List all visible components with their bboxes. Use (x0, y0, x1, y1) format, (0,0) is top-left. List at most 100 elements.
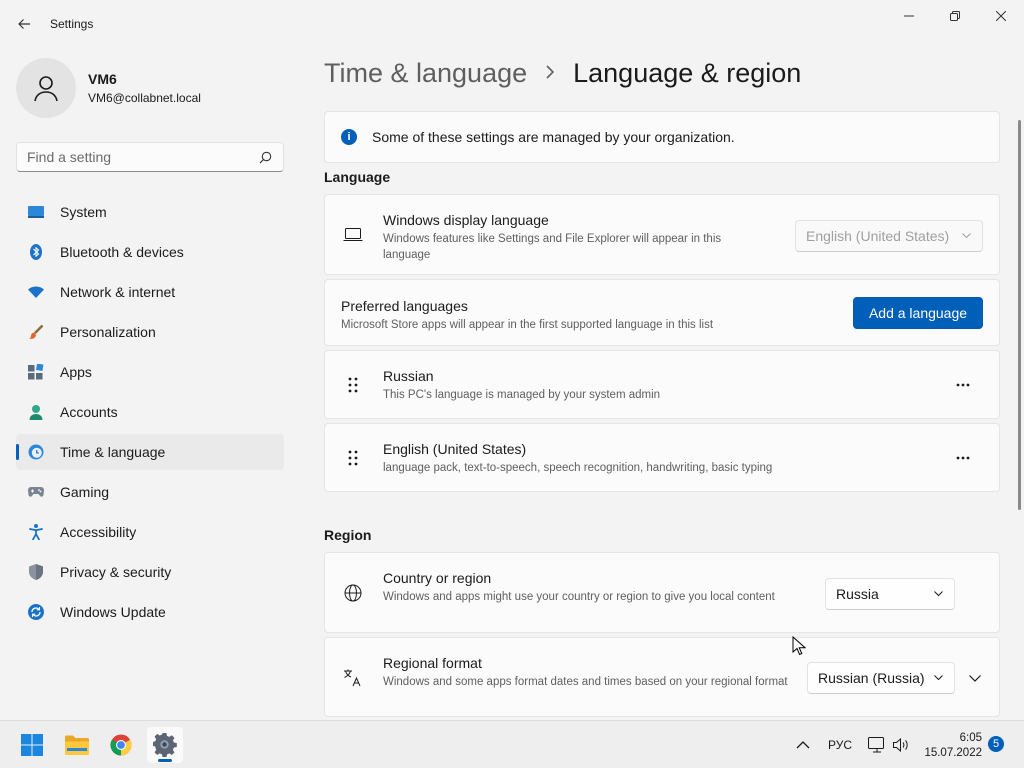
info-banner-text: Some of these settings are managed by yo… (372, 129, 735, 145)
minimize-button[interactable] (886, 0, 932, 32)
more-icon (956, 456, 970, 460)
sidebar-item-accessibility[interactable]: Accessibility (16, 514, 284, 550)
search-input[interactable]: Find a setting (16, 142, 284, 172)
language-row-russian[interactable]: Russian This PC's language is managed by… (324, 350, 1000, 419)
settings-taskbar-button[interactable] (147, 727, 183, 763)
sidebar-item-time-language[interactable]: Time & language (16, 434, 284, 470)
wifi-icon (28, 284, 44, 300)
mouse-cursor-icon (792, 636, 806, 656)
sidebar-item-privacy[interactable]: Privacy & security (16, 554, 284, 590)
country-region-value: Russia (836, 586, 879, 602)
country-region-dropdown[interactable]: Russia (825, 578, 955, 610)
sidebar-item-label: Apps (60, 364, 92, 380)
show-hidden-icons-button[interactable] (796, 721, 810, 768)
taskbar: РУС 6:05 15.07.2022 (0, 720, 1024, 768)
language-row-english[interactable]: English (United States) language pack, t… (324, 423, 1000, 492)
sidebar-item-label: Time & language (60, 444, 166, 460)
more-options-button[interactable] (947, 369, 979, 401)
more-options-button[interactable] (947, 442, 979, 474)
sidebar-item-personalization[interactable]: Personalization (16, 314, 284, 350)
regional-format-card[interactable]: Regional format Windows and some apps fo… (324, 637, 1000, 717)
breadcrumb-parent[interactable]: Time & language (324, 58, 527, 89)
brush-icon (28, 324, 44, 340)
display-language-title: Windows display language (383, 212, 549, 228)
display-language-dropdown: English (United States) (795, 220, 983, 252)
apps-icon (28, 364, 44, 380)
notification-badge[interactable]: 5 (988, 736, 1004, 752)
add-language-button[interactable]: Add a language (853, 297, 983, 329)
country-region-title: Country or region (383, 570, 492, 586)
language-name: English (United States) (383, 441, 527, 457)
regional-format-dropdown[interactable]: Russian (Russia) (807, 662, 955, 694)
country-region-card: Country or region Windows and apps might… (324, 552, 1000, 633)
sidebar-item-bluetooth[interactable]: Bluetooth & devices (16, 234, 284, 270)
expand-button[interactable] (959, 662, 991, 694)
scrollbar[interactable] (1018, 120, 1021, 510)
language-detail: This PC's language is managed by your sy… (383, 389, 661, 401)
region-section-title: Region (324, 527, 372, 543)
sidebar-item-label: Gaming (60, 484, 110, 500)
user-profile[interactable]: VM6 VM6@collabnet.local (16, 58, 201, 118)
system-icon (28, 204, 44, 220)
sidebar-item-accounts[interactable]: Accounts (16, 394, 284, 430)
chevron-down-icon (969, 674, 981, 682)
page-title: Language & region (573, 58, 802, 88)
back-button[interactable] (12, 12, 36, 36)
language-name: Russian (383, 368, 434, 384)
shield-icon (28, 564, 44, 580)
gamepad-icon (28, 484, 44, 500)
globe-icon (343, 583, 363, 603)
display-language-card: Windows display language Windows feature… (324, 194, 1000, 275)
windows-logo-icon (21, 734, 43, 756)
clock-date: 15.07.2022 (924, 747, 982, 759)
keyboard-layout-indicator[interactable]: РУС (828, 721, 852, 768)
minimize-icon (904, 15, 914, 17)
avatar (16, 58, 76, 118)
country-region-subtitle: Windows and apps might use your country … (383, 591, 775, 603)
active-app-indicator (158, 759, 172, 762)
chevron-up-icon (796, 741, 810, 749)
sidebar-item-label: Accounts (60, 404, 118, 420)
restore-button[interactable] (932, 0, 978, 32)
user-email: VM6@collabnet.local (88, 91, 201, 105)
chevron-down-icon (932, 672, 944, 684)
sidebar-nav: System Bluetooth & devices Network & int… (16, 194, 284, 634)
sidebar-item-network[interactable]: Network & internet (16, 274, 284, 310)
start-button[interactable] (14, 727, 50, 763)
window-title: Settings (50, 17, 94, 31)
preferred-languages-subtitle: Microsoft Store apps will appear in the … (341, 319, 714, 331)
regional-format-subtitle: Windows and some apps format dates and t… (383, 676, 788, 688)
folder-icon (65, 735, 89, 755)
chrome-button[interactable] (103, 727, 139, 763)
gear-icon (153, 733, 177, 757)
sidebar-item-label: Privacy & security (60, 564, 172, 580)
sidebar-item-label: Bluetooth & devices (60, 244, 184, 260)
file-explorer-button[interactable] (59, 727, 95, 763)
taskbar-clock[interactable]: 6:05 15.07.2022 (914, 731, 982, 761)
language-section-title: Language (324, 169, 391, 185)
breadcrumb: Time & language Language & region (324, 58, 801, 89)
sidebar-item-label: Network & internet (60, 284, 176, 300)
close-icon (996, 11, 1006, 21)
laptop-icon (343, 225, 363, 245)
drag-handle-icon[interactable] (343, 448, 363, 468)
regional-format-value: Russian (Russia) (818, 670, 925, 686)
sidebar-item-apps[interactable]: Apps (16, 354, 284, 390)
preferred-languages-title: Preferred languages (341, 298, 468, 314)
regional-format-title: Regional format (383, 655, 482, 671)
volume-icon[interactable] (893, 721, 909, 768)
person-icon (34, 76, 58, 102)
display-language-value: English (United States) (806, 228, 950, 244)
search-icon[interactable] (257, 149, 273, 165)
sidebar-item-windows-update[interactable]: Windows Update (16, 594, 284, 630)
close-button[interactable] (978, 0, 1024, 32)
sidebar-item-label: Personalization (60, 324, 156, 340)
accessibility-icon (28, 524, 44, 540)
regional-format-icon (343, 668, 363, 688)
sidebar-item-label: System (60, 204, 107, 220)
sidebar-item-system[interactable]: System (16, 194, 284, 230)
network-icon[interactable] (868, 721, 886, 768)
drag-handle-icon[interactable] (343, 375, 363, 395)
sidebar-item-gaming[interactable]: Gaming (16, 474, 284, 510)
accounts-icon (28, 404, 44, 420)
